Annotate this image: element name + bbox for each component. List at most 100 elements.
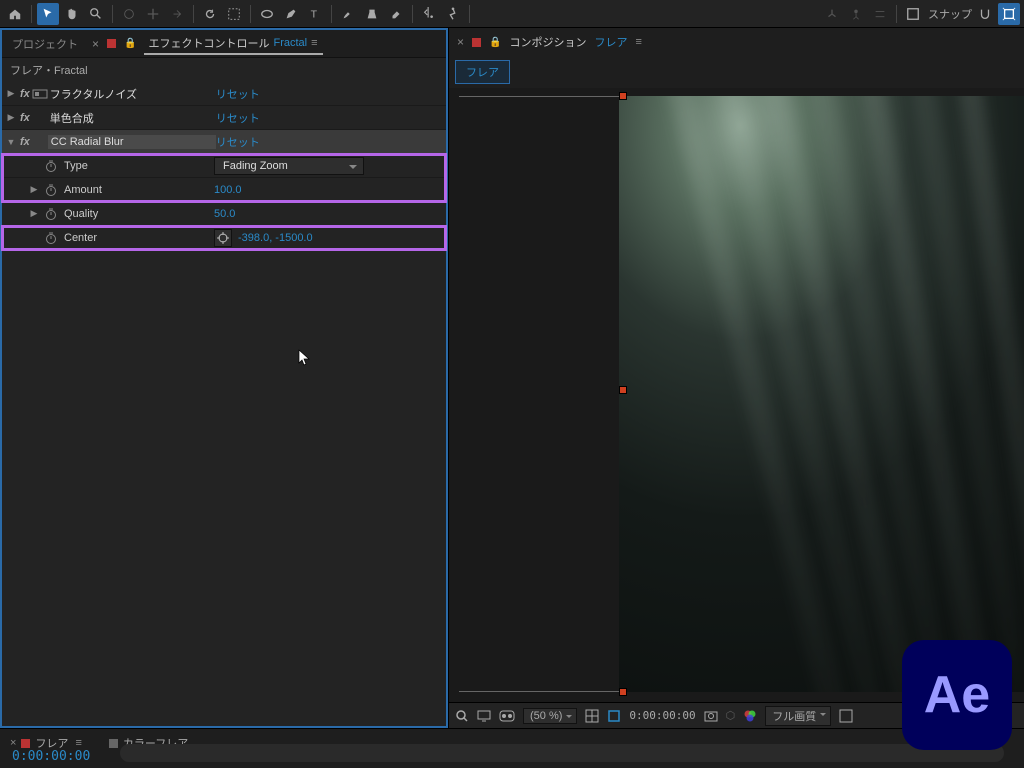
twirl-icon[interactable]: ▶ [30,184,44,195]
type-dropdown[interactable]: Fading Zoom [214,157,364,175]
subtab-flare[interactable]: フレア [455,60,510,84]
comp-tabs: × 🔒 コンポジション フレア ≡ [449,28,1024,56]
fx-badge-icon[interactable]: fx [18,88,32,100]
tab-effect-controls[interactable]: エフェクトコントロール Fractal ≡ [144,33,322,55]
prop-quality: ▶ Quality 50.0 [2,202,446,226]
pan-tool[interactable] [142,3,164,25]
comp-label: コンポジション [509,34,586,50]
panel-menu-icon[interactable]: ≡ [75,737,82,749]
unsaved-indicator-icon [21,739,30,748]
rotate-tool[interactable] [199,3,221,25]
home-icon[interactable] [4,3,26,25]
current-time[interactable]: 0:00:00:00 [629,709,695,722]
mask-icon[interactable] [607,709,621,723]
type-tool[interactable]: T [304,3,326,25]
orbit-tool[interactable] [118,3,140,25]
eraser-tool[interactable] [385,3,407,25]
display-icon[interactable] [477,709,491,723]
clone-tool[interactable] [361,3,383,25]
prop-value[interactable]: -398.0, -1500.0 [238,232,313,244]
lock-icon[interactable]: 🔒 [489,37,501,48]
viewport[interactable] [449,88,1024,702]
layer-handle[interactable] [619,386,627,394]
snap-label: スナップ [928,6,972,22]
reset-link[interactable]: リセット [216,134,260,150]
snapshot-icon[interactable] [704,710,718,722]
twirl-icon[interactable]: ▶ [4,88,18,99]
shape-tool[interactable] [256,3,278,25]
prop-label: Type [64,160,214,172]
prop-center: Center -398.0, -1500.0 [2,226,446,250]
res-value: フル画質 [772,711,816,723]
subtab-label: フレア [466,67,499,79]
effects-panel: プロジェクト × 🔒 エフェクトコントロール Fractal ≡ フレア・Fra… [0,28,448,728]
reset-link[interactable]: リセット [216,110,260,126]
magnify-icon[interactable] [455,709,469,723]
dolly-tool[interactable] [166,3,188,25]
pen-tool[interactable] [280,3,302,25]
tab-close-icon[interactable]: × [457,35,464,49]
snap-bounds-icon[interactable] [998,3,1020,25]
reset-link[interactable]: リセット [216,86,260,102]
stopwatch-icon[interactable] [44,207,58,221]
layer-handle[interactable] [619,92,627,100]
panel-menu-icon[interactable]: ≡ [635,36,642,48]
roto-tool[interactable] [418,3,440,25]
effect-row[interactable]: ▶ fx フラクタルノイズ リセット [2,82,446,106]
grid-icon[interactable] [839,709,853,723]
logo-text: Ae [924,665,990,725]
3d-icon-3[interactable] [869,3,891,25]
dropdown-value: Fading Zoom [223,160,288,172]
resolution-select[interactable]: フル画質 [765,706,831,726]
fx-badge-icon[interactable]: fx [18,112,32,124]
prop-value[interactable]: 100.0 [214,184,242,196]
resolution-icon[interactable] [585,709,599,723]
stopwatch-icon[interactable] [44,231,58,245]
3d-axis-icon[interactable] [821,3,843,25]
layer-handle[interactable] [619,688,627,696]
effect-row[interactable]: ▼ fx CC Radial Blur リセット [2,130,446,154]
preview-canvas [619,96,1024,692]
twirl-icon[interactable]: ▶ [4,112,18,123]
tab-project[interactable]: プロジェクト [8,34,82,54]
app-logo-icon: Ae [902,640,1012,750]
effect-name: 単色合成 [48,110,216,126]
effect-row[interactable]: ▶ fx 単色合成 リセット [2,106,446,130]
app-toolbar: T スナップ [0,0,1024,28]
brush-tool[interactable] [337,3,359,25]
cursor-icon [298,349,312,367]
anchor-tool[interactable] [223,3,245,25]
comp-name[interactable]: フレア [594,34,627,50]
stopwatch-icon[interactable] [44,159,58,173]
panel-menu-icon[interactable]: ≡ [311,37,318,49]
tab-target: Fractal [273,37,307,49]
timeline-search[interactable] [120,744,1004,762]
fx-badge-icon[interactable]: fx [18,136,32,148]
color-mgmt-icon[interactable] [743,709,757,723]
tab-close-icon[interactable]: × [10,737,16,749]
spacer [32,135,48,149]
puppet-tool[interactable] [442,3,464,25]
prop-value[interactable]: 50.0 [214,208,235,220]
crosshair-picker-icon[interactable] [214,229,232,247]
channel-icon[interactable]: ⬡ [726,709,736,722]
zoom-tool[interactable] [85,3,107,25]
effect-name: CC Radial Blur [48,135,216,149]
twirl-icon[interactable]: ▼ [4,137,18,147]
tab-close-icon[interactable]: × [92,37,99,51]
vr-icon[interactable] [499,710,515,722]
lock-icon[interactable]: 🔒 [124,38,136,49]
zoom-select[interactable]: (50 %) [523,708,577,724]
effects-list: ▶ fx フラクタルノイズ リセット ▶ fx 単色合成 リセット ▼ fx C… [2,82,446,726]
twirl-icon[interactable]: ▶ [30,208,44,219]
snap-checkbox[interactable] [902,3,924,25]
timecode[interactable]: 0:00:00:00 [12,749,90,764]
tab-label: エフェクトコントロール [148,35,269,51]
snap-magnet-icon[interactable] [974,3,996,25]
selection-tool[interactable] [37,3,59,25]
3d-icon-2[interactable] [845,3,867,25]
hand-tool[interactable] [61,3,83,25]
stopwatch-icon[interactable] [44,183,58,197]
comp-subtabs: フレア [449,56,1024,88]
tab-label: プロジェクト [12,36,78,52]
